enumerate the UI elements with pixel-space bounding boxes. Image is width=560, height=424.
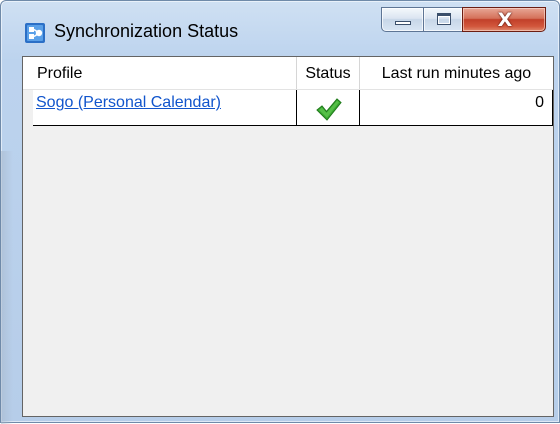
column-header-last-run[interactable]: Last run minutes ago bbox=[360, 57, 553, 89]
minimize-button[interactable] bbox=[381, 7, 424, 32]
checkmark-icon bbox=[316, 98, 342, 122]
maximize-icon bbox=[437, 13, 451, 25]
close-icon: X bbox=[497, 9, 513, 31]
profile-cell[interactable]: Sogo (Personal Calendar) bbox=[33, 90, 297, 126]
title-bar[interactable]: Synchronization Status X bbox=[1, 1, 560, 53]
grid-header: Profile Status Last run minutes ago bbox=[23, 57, 553, 90]
window-edge-shadow bbox=[1, 151, 13, 424]
profile-link[interactable]: Sogo (Personal Calendar) bbox=[36, 94, 221, 111]
maximize-button[interactable] bbox=[423, 7, 463, 32]
close-button[interactable]: X bbox=[462, 7, 546, 32]
column-header-profile[interactable]: Profile bbox=[33, 57, 297, 89]
sync-status-window: Synchronization Status X Profile Status … bbox=[0, 0, 560, 424]
table-row[interactable]: Sogo (Personal Calendar) 0 bbox=[33, 90, 553, 126]
row-header-corner bbox=[23, 57, 33, 89]
caption-buttons: X bbox=[381, 7, 551, 35]
status-cell[interactable] bbox=[297, 90, 360, 126]
sync-status-icon bbox=[25, 23, 45, 43]
status-grid[interactable]: Profile Status Last run minutes ago Sogo… bbox=[22, 56, 554, 417]
column-header-status[interactable]: Status bbox=[297, 57, 360, 89]
last-run-cell[interactable]: 0 bbox=[360, 90, 553, 126]
window-title: Synchronization Status bbox=[54, 21, 239, 41]
minimize-icon bbox=[395, 21, 411, 25]
